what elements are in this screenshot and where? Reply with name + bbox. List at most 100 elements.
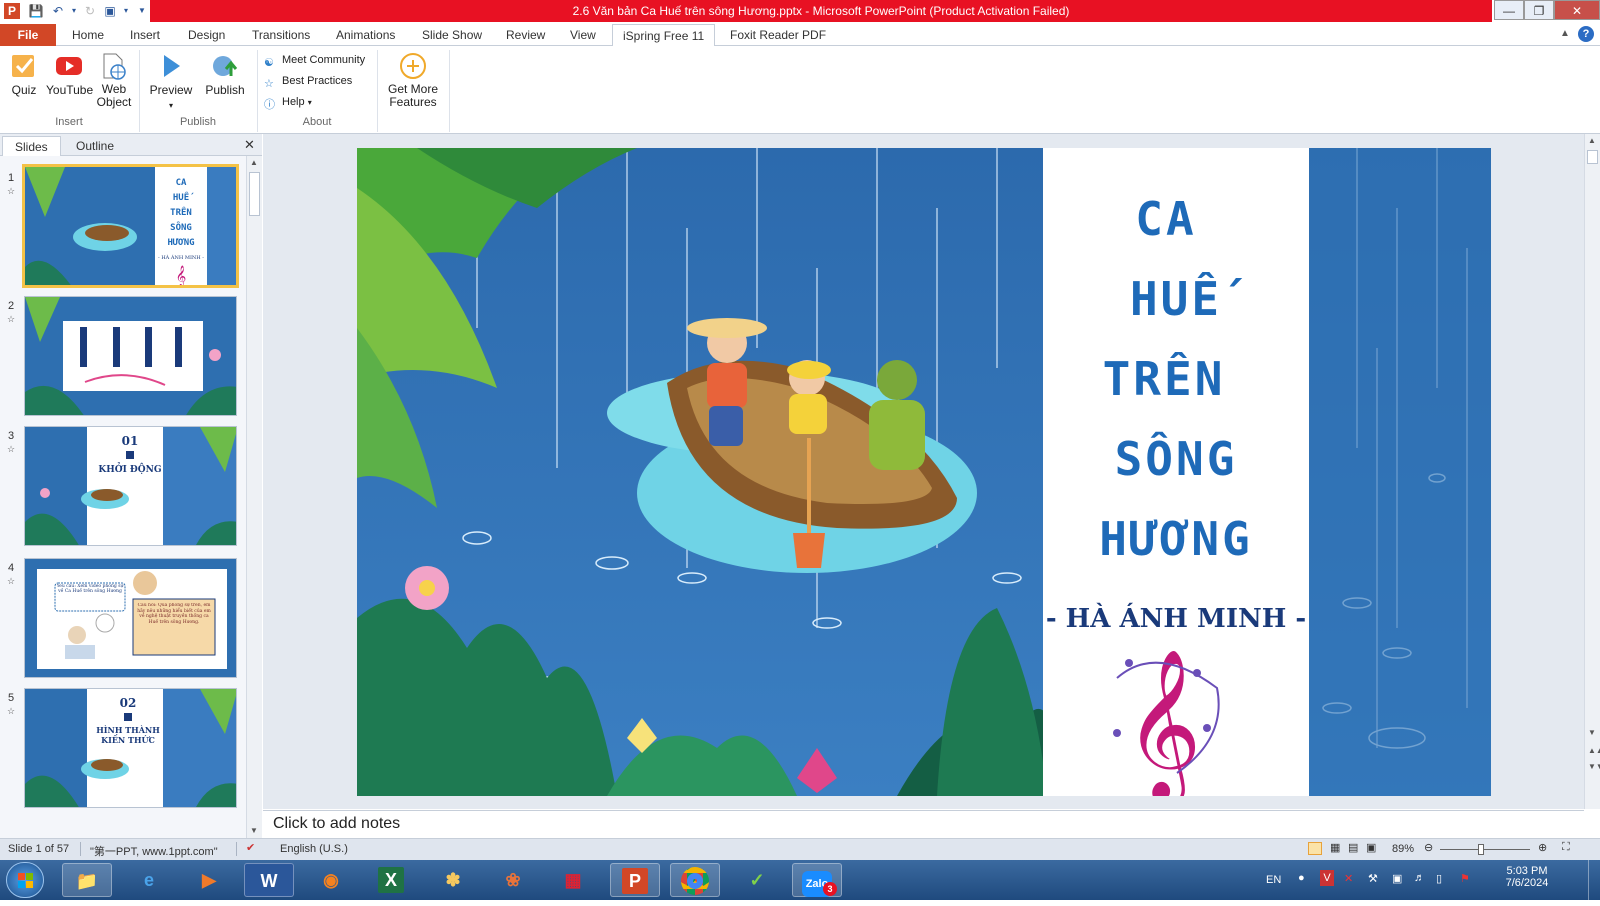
word-icon[interactable]: W [244, 863, 294, 897]
help-dropdown-button[interactable]: ⓘ Help ▾ [264, 92, 312, 112]
web-object-button[interactable]: Web Object [96, 52, 132, 109]
tab-ispring[interactable]: iSpring Free 11 [612, 24, 716, 47]
app-check-icon[interactable]: ✓ [732, 863, 782, 897]
customize-qat-icon[interactable]: ▼ [134, 3, 150, 19]
undo-dropdown-icon[interactable]: ▾ [66, 3, 82, 19]
editor-scrollbar[interactable]: ▲ ▼ ▲▲ ▼▼ [1584, 134, 1600, 809]
preview-dropdown-icon[interactable]: ▾ [169, 101, 173, 110]
tab-slide-show[interactable]: Slide Show [412, 24, 492, 46]
paint-icon[interactable]: ✽ [428, 863, 478, 897]
tab-insert[interactable]: Insert [120, 24, 170, 46]
tab-design[interactable]: Design [178, 24, 235, 46]
slideshow-view-icon[interactable]: ▣ [1366, 841, 1376, 854]
qat-dropdown-icon[interactable]: ▾ [118, 3, 134, 19]
slide-sorter-icon[interactable]: ▦ [1330, 841, 1340, 854]
slide-thumbnail-2[interactable] [24, 296, 237, 416]
redo-icon[interactable]: ↻ [82, 3, 98, 19]
best-practices-button[interactable]: ☆ Best Practices [264, 71, 352, 91]
tray-monitor-icon[interactable]: ▣ [1392, 872, 1402, 885]
zoom-slider[interactable] [1440, 849, 1530, 850]
restore-button[interactable]: ❐ [1524, 0, 1554, 20]
app-grid-icon[interactable]: ▦ [548, 863, 598, 897]
slide-thumbnail-3[interactable]: 01 KHỞI ĐỘNG [24, 426, 237, 546]
next-slide-icon[interactable]: ▼▼ [1588, 762, 1600, 771]
fit-to-window-icon[interactable]: ⛶ [1562, 841, 1570, 854]
normal-view-icon[interactable] [1308, 842, 1322, 855]
tab-home[interactable]: Home [62, 24, 114, 46]
tray-app-icon[interactable]: ● [1298, 872, 1305, 884]
transition-star-icon: ☆ [7, 444, 16, 454]
tray-v-icon[interactable]: V [1320, 870, 1334, 886]
notes-pane[interactable]: Click to add notes [263, 810, 1584, 838]
show-desktop-button[interactable] [1588, 860, 1600, 900]
media-player-icon[interactable]: ▶ [184, 863, 234, 897]
scroll-thumb[interactable] [249, 172, 260, 216]
start-button[interactable] [6, 862, 44, 898]
zoom-slider-thumb[interactable] [1478, 844, 1484, 855]
excel-icon[interactable]: X [366, 863, 416, 897]
tray-network-error-icon[interactable]: ✕ [1344, 872, 1353, 885]
zoom-in-icon[interactable]: ⊕ [1538, 841, 1547, 854]
tab-transitions[interactable]: Transitions [242, 24, 320, 46]
slide-thumbnail-1[interactable]: CA HUẾ TRÊN SÔNG HƯƠNG - HÀ ÁNH MINH - 𝄞 [22, 164, 239, 288]
tray-tools-icon[interactable]: ⚒ [1368, 872, 1378, 885]
scroll-down-icon[interactable]: ▼ [250, 826, 258, 835]
zalo-icon[interactable]: Zalo 3 [792, 863, 842, 897]
current-slide[interactable]: 𝄞 CA HUẾ TRÊN SÔNG HƯƠNG - HÀ ÁNH MINH - [357, 148, 1491, 796]
slide-title-box[interactable]: CA HUẾ TRÊN SÔNG HƯƠNG [1043, 148, 1309, 796]
slide-thumbnail-4[interactable]: Yêu cầu: Xem video phóng sự về Ca Huế tr… [24, 558, 237, 678]
spelling-check-icon[interactable]: ✔ [246, 841, 255, 854]
thumb-title-line: SÔNG [170, 221, 192, 233]
tab-foxit-reader[interactable]: Foxit Reader PDF [720, 24, 836, 46]
preview-button[interactable]: Preview ▾ [148, 52, 194, 111]
slides-panel: Slides Outline ✕ 1 ☆ CA HUẾ TRÊN SÔNG HƯ… [0, 134, 262, 838]
quiz-button[interactable]: Quiz [6, 52, 42, 97]
slideshow-from-start-icon[interactable]: ▣ [102, 3, 118, 19]
scroll-up-icon[interactable]: ▲ [1588, 136, 1596, 145]
action-center-flag-icon[interactable]: ⚑ [1460, 872, 1470, 885]
clock-date: 7/6/2024 [1505, 877, 1549, 889]
scroll-thumb[interactable] [1587, 150, 1598, 164]
powerpoint-app-icon[interactable]: P [4, 3, 20, 19]
slide-author[interactable]: - HÀ ÁNH MINH - [1033, 604, 1319, 634]
close-button[interactable]: ✕ [1554, 0, 1600, 20]
tab-slides[interactable]: Slides [2, 136, 61, 156]
scroll-down-icon[interactable]: ▼ [1588, 728, 1596, 737]
meet-community-button[interactable]: ☯ Meet Community [264, 50, 365, 70]
input-language[interactable]: EN [1266, 874, 1281, 886]
chrome-icon[interactable] [670, 863, 720, 897]
zoom-level[interactable]: 89% [1392, 843, 1414, 855]
internet-explorer-icon[interactable]: e [124, 863, 174, 897]
app-leaf-icon[interactable]: ❀ [488, 863, 538, 897]
save-icon[interactable]: 💾 [28, 3, 44, 19]
notes-placeholder: Click to add notes [273, 815, 401, 832]
tab-animations[interactable]: Animations [326, 24, 405, 46]
undo-icon[interactable]: ↶ [50, 3, 66, 19]
file-explorer-icon[interactable]: 📁 [62, 863, 112, 897]
language-indicator[interactable]: English (U.S.) [280, 843, 348, 855]
tab-outline[interactable]: Outline [64, 136, 126, 156]
minimize-ribbon-icon[interactable]: ▲ [1560, 28, 1570, 39]
volume-icon[interactable]: ♬ [1414, 872, 1425, 884]
clock[interactable]: 5:03 PM 7/6/2024 [1496, 865, 1558, 889]
close-panel-icon[interactable]: ✕ [244, 137, 255, 153]
tab-review[interactable]: Review [496, 24, 555, 46]
transition-star-icon: ☆ [7, 706, 16, 716]
tab-file[interactable]: File [0, 24, 56, 46]
zoom-out-icon[interactable]: ⊖ [1424, 841, 1433, 854]
get-more-features-button[interactable]: Get More Features [382, 52, 444, 109]
slides-scrollbar[interactable]: ▲ ▼ [246, 156, 262, 838]
tab-view[interactable]: View [560, 24, 606, 46]
minimize-button[interactable]: — [1494, 0, 1524, 20]
youtube-button[interactable]: YouTube [46, 52, 93, 97]
powerpoint-icon[interactable]: P [610, 863, 660, 897]
network-icon[interactable]: ▯ [1436, 872, 1442, 885]
slide-thumbnail-5[interactable]: 02 HÌNH THÀNH KIẾN THỨC [24, 688, 237, 808]
reading-view-icon[interactable]: ▤ [1348, 841, 1358, 854]
help-icon[interactable]: ? [1578, 26, 1594, 42]
scroll-up-icon[interactable]: ▲ [250, 158, 258, 167]
theme-name[interactable]: "第一PPT, www.1ppt.com" [90, 843, 218, 859]
publish-button[interactable]: Publish [202, 52, 248, 97]
previous-slide-icon[interactable]: ▲▲ [1588, 746, 1600, 755]
firefox-icon[interactable]: ◉ [306, 863, 356, 897]
